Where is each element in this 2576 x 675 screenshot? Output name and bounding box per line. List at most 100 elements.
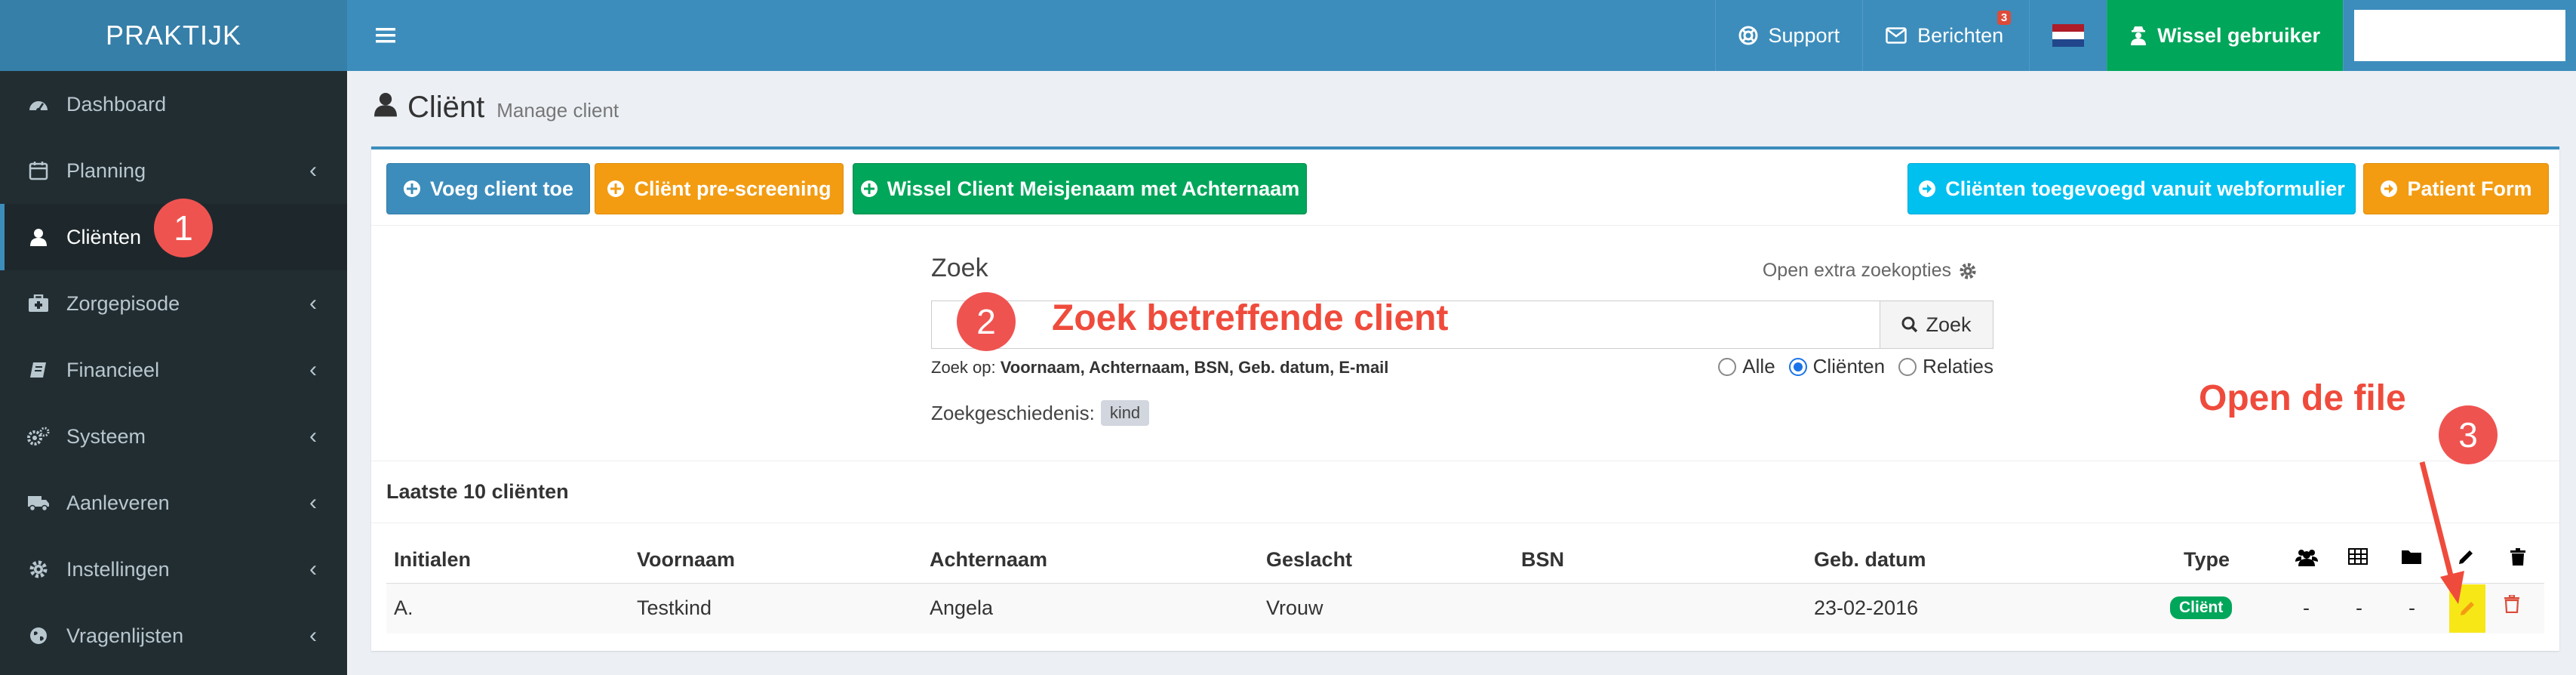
radio-relaties[interactable]: Relaties [1898,355,1993,378]
folder-icon [2401,548,2422,565]
pre-screening-button[interactable]: Cliënt pre-screening [595,163,844,214]
sidebar-item-financieel[interactable]: Financieel ‹ [0,337,347,403]
table-icon [2348,548,2368,565]
switch-user-label: Wissel gebruiker [2157,23,2320,47]
sidebar: PRAKTIJK Dashboard Planning ‹ Cliënten Z [0,0,347,675]
sidebar-item-planning[interactable]: Planning ‹ [0,137,347,204]
patient-form-button[interactable]: Patient Form [2363,163,2549,214]
sidebar-item-label: Systeem [66,424,146,448]
envelope-icon [1886,27,1907,44]
radio-alle[interactable]: Alle [1718,355,1775,378]
column-header-bsn[interactable]: BSN [1521,548,1564,572]
add-client-button[interactable]: Voeg client toe [386,163,590,214]
cell-voornaam: Testkind [637,596,712,619]
sidebar-item-label: Zorgepisode [66,291,180,315]
search-icon [1901,316,1918,333]
annotation-step-1: 1 [154,199,213,257]
sidebar-item-label: Dashboard [66,92,167,116]
plus-circle-icon [403,180,421,198]
search-history-tag[interactable]: kind [1100,400,1150,426]
sidebar-item-label: Vragenlijsten [66,624,184,647]
cell-relations: - [2303,596,2310,619]
sidebar-item-vragenlijsten[interactable]: Vragenlijsten ‹ [0,603,347,669]
search-button[interactable]: Zoek [1880,301,1993,349]
search-history: Zoekgeschiedenis: kind [931,400,1150,426]
gear-icon [27,559,50,579]
column-header-initialen[interactable]: Initialen [394,548,471,572]
messages-label: Berichten [1917,23,2004,47]
sidebar-item-label: Cliënten [66,225,142,248]
column-header-geslacht[interactable]: Geslacht [1266,548,1352,572]
chevron-left-icon: ‹ [309,623,317,648]
radio-clienten[interactable]: Cliënten [1788,355,1885,378]
calendar-icon [27,161,50,180]
sidebar-item-label: Aanleveren [66,491,170,514]
pencil-icon [2461,602,2474,615]
delete-client-button[interactable] [2504,595,2520,613]
column-header-geb-datum[interactable]: Geb. datum [1814,548,1926,572]
webform-clients-button[interactable]: Cliënten toegevoegd vanuit webformulier [1907,163,2356,214]
plus-circle-icon [860,180,878,198]
sidebar-item-label: Planning [66,159,146,182]
arrow-circle-right-icon [1918,180,1936,198]
user-menu[interactable] [2343,0,2576,71]
messages-link[interactable]: Berichten 3 [1862,0,2029,71]
sidebar-item-label: Instellingen [66,557,170,581]
users-icon [2295,548,2318,566]
content-header: Cliënt Manage client [374,91,619,125]
support-link[interactable]: Support [1714,0,1863,71]
sidebar-item-instellingen[interactable]: Instellingen ‹ [0,536,347,603]
gear-icon [1959,262,1977,280]
annotation-text-search: Zoek betreffende client [1052,298,1449,338]
chevron-left-icon: ‹ [309,556,317,581]
navbar-right: Support Berichten 3 Wissel gebruiker [1714,0,2576,71]
chevron-left-icon: ‹ [309,291,317,316]
globe-icon [27,626,50,646]
chevron-left-icon: ‹ [309,158,317,183]
user-secret-icon [2130,26,2147,45]
app-logo[interactable]: PRAKTIJK [0,0,347,71]
action-toolbar: Voeg client toe Cliënt pre-screening Wis… [371,149,2559,226]
trash-icon [2510,548,2526,566]
sidebar-item-systeem[interactable]: Systeem ‹ [0,403,347,470]
cell-achternaam: Angela [930,596,994,619]
page-title: Cliënt [407,91,485,124]
sidebar-item-aanleveren[interactable]: Aanleveren ‹ [0,470,347,536]
arrow-circle-right-icon [2380,180,2398,198]
annotation-text-open-file: Open de file [2199,378,2406,418]
search-fields-hint: Zoek op: Voornaam, Achternaam, BSN, Geb.… [931,358,1389,377]
switch-user-button[interactable]: Wissel gebruiker [2107,0,2343,71]
swap-maiden-name-button[interactable]: Wissel Client Meisjenaam met Achternaam [853,163,1307,214]
sidebar-item-zorgepisode[interactable]: Zorgepisode ‹ [0,270,347,337]
cell-geslacht: Vrouw [1266,596,1323,619]
hamburger-icon [376,28,395,43]
dutch-flag-icon [2052,24,2085,47]
truck-icon [27,494,50,512]
radio-button[interactable] [1718,357,1737,376]
page-subtitle: Manage client [496,99,619,122]
cell-geb-datum: 23-02-2016 [1814,596,1919,619]
type-badge: Cliënt [2170,596,2233,619]
column-header-voornaam[interactable]: Voornaam [637,548,735,572]
life-ring-icon [1738,26,1758,45]
divider [371,522,2559,523]
latest-clients-title: Laatste 10 cliënten [386,480,569,503]
annotation-step-2: 2 [957,292,1016,351]
medkit-icon [27,294,50,313]
cogs-icon [27,427,50,446]
chevron-left-icon: ‹ [309,357,317,382]
search-scope-radios: Alle Cliënten Relaties [1705,355,1993,378]
sidebar-toggle-button[interactable] [368,18,403,53]
chevron-left-icon: ‹ [309,424,317,448]
edit-client-button[interactable] [2449,584,2485,633]
sidebar-item-dashboard[interactable]: Dashboard [0,71,347,137]
extra-search-options-link[interactable]: Open extra zoekopties [1763,260,1977,282]
messages-count-badge: 3 [1997,11,2012,25]
radio-button[interactable] [1788,357,1807,376]
column-header-achternaam[interactable]: Achternaam [930,548,1047,572]
column-header-type[interactable]: Type [2184,548,2230,572]
radio-button[interactable] [1898,357,1917,376]
cell-overview: - [2356,596,2362,619]
language-flag-nl[interactable] [2029,0,2107,71]
cell-initialen: A. [394,596,413,619]
